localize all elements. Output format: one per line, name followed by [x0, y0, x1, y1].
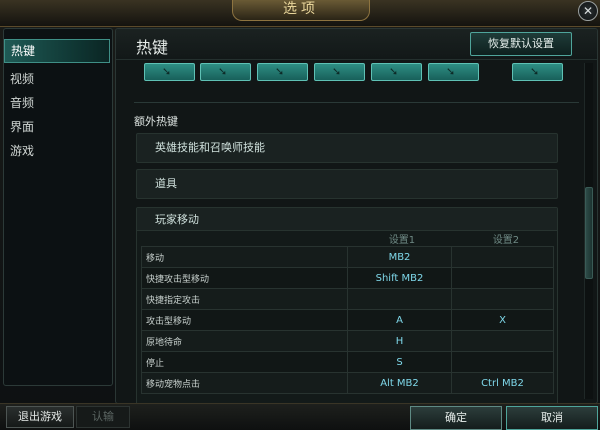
binding-slot-2[interactable]: [451, 351, 554, 373]
group-label[interactable]: 英雄技能和召唤师技能: [155, 139, 265, 155]
hotkey-slot[interactable]: ➘: [144, 63, 195, 81]
arrow-icon: ➘: [332, 65, 342, 78]
table-row: 快捷攻击型移动 Shift MB2: [141, 267, 554, 289]
binding-slot-1[interactable]: Shift MB2: [347, 267, 452, 289]
ok-button[interactable]: 确定: [410, 406, 502, 430]
action-label: 快捷指定攻击: [141, 288, 348, 310]
arrow-icon: ➘: [389, 65, 399, 78]
scrollbar-thumb[interactable]: [585, 187, 593, 279]
close-icon[interactable]: ✕: [578, 1, 598, 21]
binding-slot-2[interactable]: [451, 246, 554, 268]
divider: [134, 102, 579, 103]
keycap-row: ➘ ➘ ➘ ➘ ➘ ➘ ➘: [116, 63, 597, 81]
column-headers: 设置1 设置2: [137, 230, 557, 246]
table-row: 停止 S: [141, 351, 554, 373]
binding-slot-1[interactable]: S: [347, 351, 452, 373]
hotkey-slot[interactable]: ➘: [257, 63, 308, 81]
table-row: 移动 MB2: [141, 246, 554, 268]
arrow-icon: ➘: [275, 65, 285, 78]
group-label[interactable]: 玩家移动: [155, 211, 199, 227]
action-label: 原地待命: [141, 330, 348, 352]
binding-slot-2[interactable]: [451, 330, 554, 352]
sidebar-item-hotkeys[interactable]: 热键: [4, 39, 110, 63]
binding-slot-1[interactable]: [347, 288, 452, 310]
binding-slot-2[interactable]: [451, 267, 554, 289]
table-row: 快捷指定攻击: [141, 288, 554, 310]
panel-header: 热键 恢复默认设置: [116, 29, 597, 60]
sidebar: 热键 视频 音频 界面 游戏: [3, 28, 113, 386]
hotkeys-panel: 热键 恢复默认设置 ➘ ➘ ➘ ➘ ➘ ➘ ➘ 额外热键 英雄技能和召唤师技能 …: [115, 28, 598, 404]
keybind-table: 移动 MB2 快捷攻击型移动 Shift MB2 快捷指定攻击 攻击型移动 A …: [141, 246, 554, 394]
binding-slot-1[interactable]: A: [347, 309, 452, 331]
table-row: 移动宠物点击 Alt MB2 Ctrl MB2: [141, 372, 554, 394]
arrow-icon: ➘: [162, 65, 172, 78]
hotkey-slot[interactable]: ➘: [428, 63, 479, 81]
group-player-movement: 玩家移动 设置1 设置2 移动 MB2 快捷攻击型移动 Shift MB2 快捷…: [136, 207, 558, 403]
binding-slot-2[interactable]: Ctrl MB2: [451, 372, 554, 394]
column-header: 设置2: [492, 235, 520, 246]
surrender-button: 认输: [76, 406, 130, 428]
binding-slot-2[interactable]: X: [451, 309, 554, 331]
hotkey-slot[interactable]: ➘: [371, 63, 422, 81]
table-row: 攻击型移动 A X: [141, 309, 554, 331]
group-items[interactable]: 道具: [136, 169, 558, 199]
group-hero-abilities[interactable]: 英雄技能和召唤师技能: [136, 133, 558, 163]
group-label[interactable]: 道具: [155, 175, 177, 191]
table-row: 原地待命 H: [141, 330, 554, 352]
binding-slot-1[interactable]: Alt MB2: [347, 372, 452, 394]
binding-slot-1[interactable]: MB2: [347, 246, 452, 268]
hotkey-slot[interactable]: ➘: [314, 63, 365, 81]
sidebar-item-video[interactable]: 视频: [4, 67, 112, 91]
sidebar-item-audio[interactable]: 音频: [4, 91, 112, 115]
hotkey-slot[interactable]: ➘: [512, 63, 563, 81]
action-label: 停止: [141, 351, 348, 373]
sidebar-item-interface[interactable]: 界面: [4, 115, 112, 139]
quit-game-button[interactable]: 退出游戏: [6, 406, 74, 428]
action-label: 移动宠物点击: [141, 372, 348, 394]
window-title: 选项: [232, 0, 370, 21]
action-label: 移动: [141, 246, 348, 268]
action-label: 快捷攻击型移动: [141, 267, 348, 289]
reset-defaults-button[interactable]: 恢复默认设置: [470, 32, 572, 56]
cancel-button[interactable]: 取消: [506, 406, 598, 430]
arrow-icon: ➘: [218, 65, 228, 78]
arrow-icon: ➘: [530, 65, 540, 78]
binding-slot-2[interactable]: [451, 288, 554, 310]
arrow-icon: ➘: [446, 65, 456, 78]
sidebar-item-game[interactable]: 游戏: [4, 139, 112, 163]
group-header[interactable]: 玩家移动: [137, 208, 557, 231]
action-label: 攻击型移动: [141, 309, 348, 331]
section-title: 额外热键: [134, 115, 178, 128]
binding-slot-1[interactable]: H: [347, 330, 452, 352]
hotkey-slot[interactable]: ➘: [200, 63, 251, 81]
page-title: 热键: [136, 38, 169, 57]
column-header: 设置1: [388, 235, 416, 246]
